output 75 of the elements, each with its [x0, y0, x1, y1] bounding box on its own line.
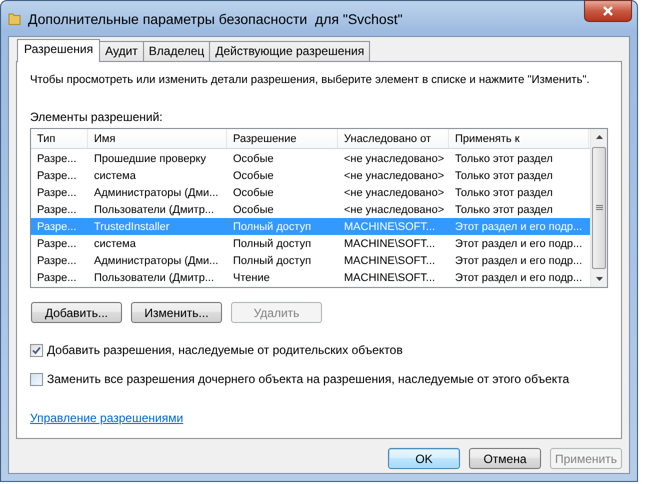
list-row[interactable]: Разре... система Особые <не унаследовано> Только этот раздел [31, 167, 590, 184]
table-cell-text: система [93, 238, 137, 250]
table-cell-text: Администраторы (Дми... [93, 186, 220, 198]
table-cell-text: Разре... [36, 170, 78, 182]
table-cell-text: Только этот раздел [454, 170, 554, 182]
list-row[interactable]: Разре... Пользователи (Дмитр... Особые <не унаследовано> Только этот раздел [31, 201, 590, 218]
column-header[interactable]: Тип [31, 129, 88, 148]
table-cell-text: Разре... [36, 272, 78, 284]
add-button[interactable]: Добавить... [31, 302, 122, 323]
list-row[interactable]: Разре... Администраторы (Дми... Особые <не унаследовано> Только этот раздел [31, 184, 590, 201]
table-cell-text: Полный доступ [232, 238, 312, 250]
table-cell-text: система [93, 170, 137, 182]
table-cell-text: Полный доступ [232, 220, 312, 232]
tab[interactable]: Аудит [99, 41, 144, 61]
table-cell-text: Чтение [232, 272, 271, 284]
scrollbar[interactable] [590, 129, 607, 287]
list-row[interactable]: Разре... система Полный доступ MACHINE\SOFT... Этот раздел и его подр... [31, 235, 590, 252]
table-cell-text: Этот раздел и его подр... [454, 254, 584, 266]
close-icon [602, 6, 614, 16]
table-cell-text: TrustedInstaller [93, 220, 170, 232]
table-cell-text: MACHINE\SOFT... [343, 254, 436, 266]
table-cell-text: Разре... [36, 254, 78, 266]
folder-icon [8, 12, 22, 26]
manage-permissions-link[interactable]: Управление разрешениями [30, 411, 184, 425]
table-cell-text: Только этот раздел [454, 186, 554, 198]
window-title: Дополнительные параметры безопасности для "Svchost" [28, 10, 403, 26]
table-cell-text: Пользователи (Дмитр... [93, 272, 215, 284]
table-cell-text: <не унаследовано> [343, 186, 446, 198]
list-row[interactable]: Разре... Администраторы (Дми... Полный доступ MACHINE\SOFT... Этот раздел и его подр... [31, 252, 590, 269]
column-header[interactable]: Имя [88, 129, 227, 148]
checkbox[interactable] [30, 372, 43, 386]
checkbox-label: Добавить разрешения, наследуемые от родительских объектов [47, 343, 403, 357]
scroll-down-icon[interactable] [596, 276, 602, 281]
checkbox[interactable] [30, 344, 43, 356]
table-cell-text: <не унаследовано> [343, 170, 446, 182]
table-cell-text: MACHINE\SOFT... [343, 238, 436, 250]
edit-button[interactable]: Изменить... [131, 302, 222, 323]
table-cell-text: Особые [232, 186, 275, 198]
table-cell-text: Полный доступ [232, 254, 312, 266]
table-cell-text: <не унаследовано> [343, 204, 446, 216]
ok-button[interactable]: OK [388, 448, 460, 469]
list-label: Элементы разрешений: [30, 110, 164, 124]
column-header[interactable]: Разрешение [227, 129, 338, 148]
table-cell-text: Только этот раздел [454, 152, 554, 164]
table-cell-text: MACHINE\SOFT... [343, 220, 436, 232]
table-cell-text: Разре... [36, 152, 78, 164]
table-cell-text: Разре... [36, 186, 78, 198]
table-cell-text: Пользователи (Дмитр... [93, 204, 215, 216]
table-cell-text: Прошедшие проверку [93, 152, 207, 164]
table-cell-text: Администраторы (Дми... [93, 254, 220, 266]
checkbox-label: Заменить все разрешения дочернего объекта на разрешения, наследуемые от этого объекта [47, 372, 570, 386]
table-cell-text: Особые [232, 170, 275, 182]
cancel-button[interactable]: Отмена [469, 448, 541, 469]
table-cell-text: Особые [232, 152, 275, 164]
tab[interactable]: Владелец [142, 41, 210, 61]
column-header[interactable]: Применять к [449, 129, 589, 148]
tab[interactable]: Разрешения [17, 39, 100, 62]
table-cell-text: <не унаследовано> [343, 152, 446, 164]
close-button[interactable] [584, 0, 632, 22]
scroll-thumb[interactable] [592, 146, 606, 270]
table-cell-text: MACHINE\SOFT... [343, 272, 436, 284]
list-row[interactable]: Разре... Пользователи (Дмитр... Чтение MACHINE\SOFT... Этот раздел и его подр... [31, 269, 590, 286]
table-cell-text: Особые [232, 204, 275, 216]
table-cell-text: Разре... [36, 238, 78, 250]
table-cell-text: Разре... [36, 204, 78, 216]
tab[interactable]: Действующие разрешения [209, 41, 370, 61]
table-cell-text: Разре... [36, 220, 78, 232]
table-cell-text: Только этот раздел [454, 204, 554, 216]
table-cell-text: Этот раздел и его подр... [454, 272, 584, 284]
list-row[interactable]: Разре... Прошедшие проверку Особые <не унаследовано> Только этот раздел [31, 150, 590, 167]
instruction-text: Чтобы просмотреть или изменить детали разрешения, выберите элемент в списке и нажмите "Изменить". [30, 73, 591, 87]
table-cell-text: Этот раздел и его подр... [454, 238, 584, 250]
table-cell-text: Этот раздел и его подр... [454, 220, 584, 232]
scroll-up-icon[interactable] [596, 135, 602, 140]
column-header[interactable]: Унаследовано от [338, 129, 449, 148]
